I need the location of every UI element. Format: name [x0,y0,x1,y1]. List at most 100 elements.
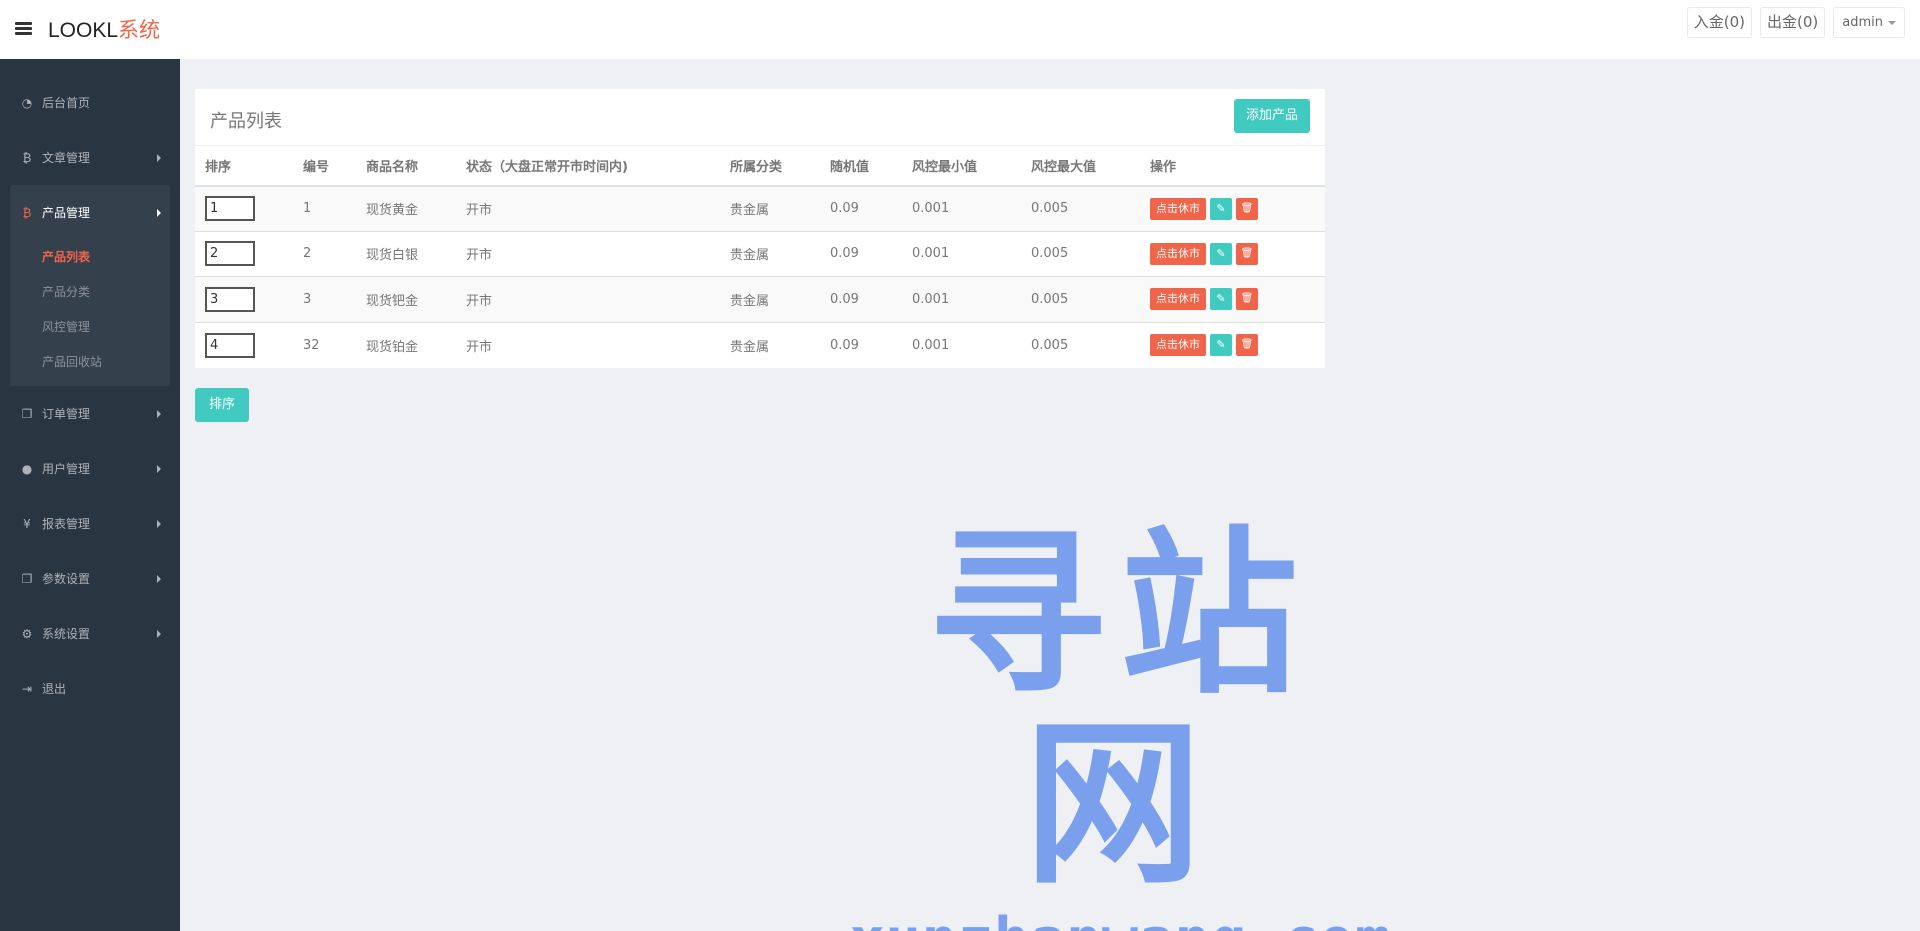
product-status: 开市 [456,321,720,368]
sidebar-item-dashboard[interactable]: ◔ 后台首页 [0,75,180,130]
chevron-right-icon [157,629,161,638]
product-category: 贵金属 [720,185,820,231]
gears-icon: ⚙ [21,626,33,641]
column-header: 随机值 [820,145,902,187]
close-market-button[interactable]: 点击休市 [1150,197,1206,220]
product-status: 开市 [456,230,720,277]
product-name: 现货钯金 [356,276,456,322]
product-list-panel: 产品列表 添加产品 排序 编号 商品名称 状态（大盘正常开市时间内) 所属分类 … [195,89,1325,368]
sort-order-input[interactable] [205,241,255,267]
product-id: 1 [293,185,356,231]
sidebar-subitem-recycle-bin[interactable]: 产品回收站 [10,345,170,380]
withdraw-button[interactable]: 出金(0) [1760,7,1826,38]
product-category: 贵金属 [720,276,820,322]
column-header: 排序 [195,145,293,187]
sidebar-subitem-risk-control[interactable]: 风控管理 [10,310,170,345]
column-header: 风控最大值 [1021,145,1140,187]
user-name: admin [1842,15,1883,30]
copy-icon: ❐ [21,406,33,421]
product-id: 2 [293,230,356,277]
page-title: 产品列表 [210,111,282,132]
column-header: 所属分类 [720,145,820,187]
column-header: 编号 [293,145,356,187]
random-value: 0.09 [820,276,902,322]
user-menu[interactable]: admin [1833,7,1905,38]
top-bar: LOOKL系统 入金(0) 出金(0) admin [0,0,1920,59]
sidebar-item-label: 产品管理 [42,206,91,220]
sidebar-item-logout[interactable]: ⇥ 退出 [0,661,180,716]
table-header-row: 排序 编号 商品名称 状态（大盘正常开市时间内) 所属分类 随机值 风控最小值 … [195,145,1325,187]
chevron-right-icon [157,409,161,418]
delete-trash-icon[interactable]: 🗑 [1236,242,1258,265]
chevron-right-icon [157,464,161,473]
sidebar-item-articles[interactable]: ₿ 文章管理 [0,130,180,185]
sidebar-item-label: 参数设置 [42,572,91,586]
risk-max-value: 0.005 [1021,185,1140,231]
menu-toggle-icon[interactable] [15,22,32,36]
product-status: 开市 [456,276,720,322]
edit-pencil-icon[interactable]: ✎ [1210,242,1232,265]
close-market-button[interactable]: 点击休市 [1150,288,1206,311]
user-icon: ● [21,461,33,476]
sort-order-input[interactable] [205,332,255,358]
sidebar-item-reports[interactable]: ¥ 报表管理 [0,496,180,551]
close-market-button[interactable]: 点击休市 [1150,242,1206,265]
watermark-text-cn: 寻站网 [928,511,1312,908]
random-value: 0.09 [820,321,902,368]
sidebar-subitem-product-category[interactable]: 产品分类 [10,275,170,310]
deposit-button[interactable]: 入金(0) [1686,7,1753,38]
sidebar-item-label: 报表管理 [42,517,91,531]
product-name: 现货白银 [356,230,456,277]
sidebar-item-orders[interactable]: ❐ 订单管理 [0,386,180,441]
sidebar-item-label: 用户管理 [42,462,91,476]
table-row: 32 现货铂金 开市 贵金属 0.09 0.001 0.005 点击休市 ✎ 🗑 [195,321,1325,368]
delete-trash-icon[interactable]: 🗑 [1236,197,1258,220]
column-header: 操作 [1140,145,1325,187]
bitcoin-icon: ₿ [22,150,32,165]
table-row: 3 现货钯金 开市 贵金属 0.09 0.001 0.005 点击休市 ✎ 🗑 [195,276,1325,322]
sidebar-item-system[interactable]: ⚙ 系统设置 [0,606,180,661]
sidebar-item-label: 退出 [42,682,67,696]
risk-max-value: 0.005 [1021,276,1140,322]
dashboard-icon: ◔ [21,95,33,110]
chevron-right-icon [157,519,161,528]
chevron-right-icon [157,208,161,217]
delete-trash-icon[interactable]: 🗑 [1236,334,1258,356]
add-product-button[interactable]: 添加产品 [1233,99,1310,133]
edit-pencil-icon[interactable]: ✎ [1210,334,1232,356]
sidebar-item-label: 文章管理 [42,151,91,165]
sidebar-item-label: 订单管理 [42,407,91,421]
bitcoin-icon: ₿ [22,205,32,220]
risk-min-value: 0.001 [902,276,1021,322]
table-row: 1 现货黄金 开市 贵金属 0.09 0.001 0.005 点击休市 ✎ 🗑 [195,185,1325,231]
chevron-right-icon [157,153,161,162]
sort-order-input[interactable] [205,286,255,312]
delete-trash-icon[interactable]: 🗑 [1236,288,1258,311]
copy-icon: ❐ [21,571,33,586]
sidebar: ◔ 后台首页 ₿ 文章管理 ₿ 产品管理 产品列表 产品分类 风控管理 产品回收… [0,59,180,931]
risk-min-value: 0.001 [902,185,1021,231]
product-category: 贵金属 [720,230,820,277]
product-status: 开市 [456,185,720,231]
sort-order-input[interactable] [205,196,255,221]
sidebar-subitem-product-list[interactable]: 产品列表 [10,240,170,275]
random-value: 0.09 [820,230,902,277]
product-name: 现货铂金 [356,321,456,368]
product-name: 现货黄金 [356,185,456,231]
product-category: 贵金属 [720,321,820,368]
sidebar-item-users[interactable]: ● 用户管理 [0,441,180,496]
column-header: 商品名称 [356,145,456,187]
random-value: 0.09 [820,185,902,231]
chevron-down-icon [1888,20,1896,25]
column-header: 状态（大盘正常开市时间内) [456,145,720,187]
edit-pencil-icon[interactable]: ✎ [1210,197,1232,220]
sign-out-icon: ⇥ [21,681,33,696]
sort-submit-button[interactable]: 排序 [195,388,249,422]
sidebar-item-products[interactable]: ₿ 产品管理 [10,185,170,240]
edit-pencil-icon[interactable]: ✎ [1210,288,1232,311]
sidebar-item-label: 后台首页 [42,96,91,110]
sidebar-item-parameters[interactable]: ❐ 参数设置 [0,551,180,606]
product-id: 32 [293,321,356,368]
close-market-button[interactable]: 点击休市 [1150,334,1206,356]
watermark-text-en: xunzhanwang.com [840,910,1400,931]
